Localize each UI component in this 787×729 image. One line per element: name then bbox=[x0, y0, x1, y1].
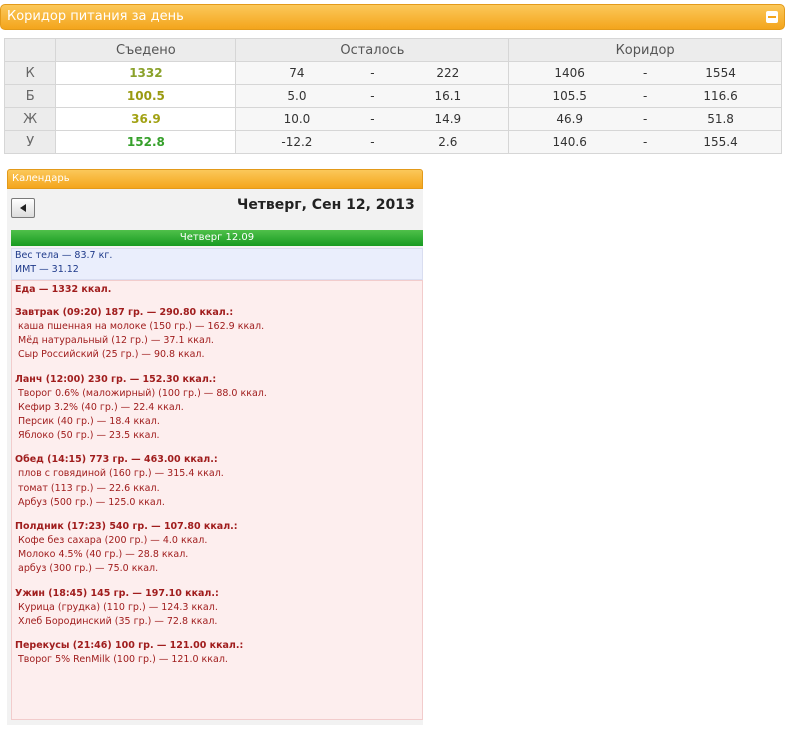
eaten-value: 100.5 bbox=[55, 84, 237, 108]
corner-cell bbox=[3, 38, 57, 62]
remaining-min: 5.0 bbox=[287, 89, 307, 103]
food-total: Еда — 1332 ккал. bbox=[15, 284, 112, 295]
corridor-cell: 1406 - 1554 bbox=[508, 61, 782, 85]
meal-item: Сыр Российский (25 гр.) — 90.8 ккал. bbox=[18, 349, 205, 361]
corridor-min: 1406 bbox=[554, 66, 585, 80]
day-label[interactable]: Четверг 12.09 bbox=[11, 230, 423, 246]
meal-item: Арбуз (500 гр.) — 125.0 ккал. bbox=[18, 496, 165, 508]
remaining-min: 10.0 bbox=[283, 112, 311, 126]
meal-title: Ужин (18:45) 145 гр. — 197.10 ккал.: bbox=[15, 587, 219, 599]
meal-block: Перекусы (21:46) 100 гр. — 121.00 ккал.:… bbox=[15, 639, 419, 667]
remaining-cell: -12.2 - 2.6 bbox=[235, 130, 510, 154]
range-dash: - bbox=[370, 89, 375, 103]
remaining-max: 14.9 bbox=[434, 112, 462, 126]
remaining-min: 74 bbox=[289, 66, 305, 80]
bmi-value: ИМТ — 31.12 bbox=[15, 264, 79, 275]
row-label: У bbox=[3, 130, 57, 154]
meal-item: томат (113 гр.) — 22.6 ккал. bbox=[18, 482, 160, 494]
eaten-value: 36.9 bbox=[55, 107, 237, 131]
meal-block: Ужин (18:45) 145 гр. — 197.10 ккал.: Кур… bbox=[15, 587, 419, 629]
meal-block: Завтрак (09:20) 187 гр. — 290.80 ккал.: … bbox=[15, 306, 419, 363]
remaining-max: 2.6 bbox=[438, 135, 458, 149]
meal-item: Курица (грудка) (110 гр.) — 124.3 ккал. bbox=[18, 601, 218, 613]
meal-title: Полдник (17:23) 540 гр. — 107.80 ккал.: bbox=[15, 521, 238, 533]
remaining-max: 16.1 bbox=[434, 89, 462, 103]
row-label: К bbox=[3, 61, 57, 85]
meal-item: Яблоко (50 гр.) — 23.5 ккал. bbox=[18, 430, 160, 442]
meal-item: плов с говядиной (160 гр.) — 315.4 ккал. bbox=[18, 468, 224, 480]
corridor-max: 1554 bbox=[705, 66, 736, 80]
meal-item: Творог 5% RenMilk (100 гр.) — 121.0 ккал… bbox=[18, 654, 228, 666]
meal-block: Полдник (17:23) 540 гр. — 107.80 ккал.: … bbox=[15, 520, 419, 577]
corridor-cell: 46.9 - 51.8 bbox=[508, 107, 782, 131]
corridor-max: 116.6 bbox=[703, 89, 738, 103]
remaining-max: 222 bbox=[436, 66, 460, 80]
range-dash: - bbox=[642, 112, 648, 126]
eaten-value: 152.8 bbox=[55, 130, 237, 154]
remaining-cell: 5.0 - 16.1 bbox=[235, 84, 510, 108]
corridor-min: 46.9 bbox=[556, 112, 584, 126]
corridor-table: Съедено Осталось Коридор К 1332 74 - 222… bbox=[3, 38, 782, 154]
meal-title: Перекусы (21:46) 100 гр. — 121.00 ккал.: bbox=[15, 640, 244, 652]
meal-block: Обед (14:15) 773 гр. — 463.00 ккал.: пло… bbox=[15, 453, 419, 510]
calendar-body: Четверг, Сен 12, 2013 Четверг 12.09 Вес … bbox=[7, 189, 423, 725]
range-dash: - bbox=[642, 66, 648, 80]
corridor-panel-title: Коридор питания за день bbox=[7, 9, 184, 24]
range-dash: - bbox=[642, 89, 648, 103]
eaten-value: 1332 bbox=[55, 61, 237, 85]
meal-item: Кефир 3.2% (40 гр.) — 22.4 ккал. bbox=[18, 401, 184, 413]
corridor-max: 155.4 bbox=[703, 135, 738, 149]
row-label: Ж bbox=[3, 107, 57, 131]
range-dash: - bbox=[370, 66, 375, 80]
food-log: Еда — 1332 ккал. Завтрак (09:20) 187 гр.… bbox=[11, 280, 423, 720]
table-row: К 1332 74 - 222 1406 - 1554 bbox=[3, 61, 782, 85]
body-weight: Вес тела — 83.7 кг. bbox=[15, 250, 113, 261]
meal-item: каша пшенная на молоке (150 гр.) — 162.9… bbox=[18, 321, 265, 332]
meal-item: арбуз (300 гр.) — 75.0 ккал. bbox=[18, 563, 159, 575]
corridor-min: 105.5 bbox=[552, 89, 587, 103]
header-corridor: Коридор bbox=[508, 38, 782, 62]
meal-item: Кофе без сахара (200 гр.) — 4.0 ккал. bbox=[18, 535, 208, 547]
corridor-panel-header: Коридор питания за день bbox=[0, 4, 785, 30]
range-dash: - bbox=[370, 112, 375, 126]
corridor-max: 51.8 bbox=[707, 112, 734, 126]
corridor-cell: 105.5 - 116.6 bbox=[508, 84, 782, 108]
row-label: Б bbox=[3, 84, 57, 108]
vitals-box: Вес тела — 83.7 кг. ИМТ — 31.12 bbox=[11, 248, 423, 280]
meal-title: Ланч (12:00) 230 гр. — 152.30 ккал.: bbox=[15, 373, 217, 385]
meal-item: Персик (40 гр.) — 18.4 ккал. bbox=[18, 416, 160, 428]
header-remaining: Осталось bbox=[235, 38, 510, 62]
meal-item: Творог 0.6% (маложирный) (100 гр.) — 88.… bbox=[18, 387, 267, 399]
remaining-min: -12.2 bbox=[281, 135, 313, 149]
range-dash: - bbox=[370, 135, 375, 149]
calendar-panel-header: Календарь bbox=[7, 169, 423, 189]
calendar-panel-title: Календарь bbox=[12, 173, 70, 184]
header-eaten: Съедено bbox=[55, 38, 237, 62]
prev-day-button[interactable] bbox=[11, 198, 35, 218]
range-dash: - bbox=[642, 135, 648, 149]
meal-block: Ланч (12:00) 230 гр. — 152.30 ккал.: Тво… bbox=[15, 373, 419, 444]
meal-title: Завтрак (09:20) 187 гр. — 290.80 ккал.: bbox=[15, 307, 234, 318]
remaining-cell: 10.0 - 14.9 bbox=[235, 107, 510, 131]
remaining-cell: 74 - 222 bbox=[235, 61, 510, 85]
meal-title: Обед (14:15) 773 гр. — 463.00 ккал.: bbox=[15, 454, 218, 466]
meal-item: Мёд натуральный (12 гр.) — 37.1 ккал. bbox=[18, 335, 214, 347]
table-row: У 152.8 -12.2 - 2.6 140.6 - 155.4 bbox=[3, 130, 782, 154]
corridor-cell: 140.6 - 155.4 bbox=[508, 130, 782, 154]
date-title: Четверг, Сен 12, 2013 bbox=[237, 197, 415, 213]
table-row: Ж 36.9 10.0 - 14.9 46.9 - 51.8 bbox=[3, 107, 782, 131]
table-row: Б 100.5 5.0 - 16.1 105.5 - 116.6 bbox=[3, 84, 782, 108]
meal-item: Хлеб Бородинский (35 гр.) — 72.8 ккал. bbox=[18, 615, 218, 627]
meal-item: Молоко 4.5% (40 гр.) — 28.8 ккал. bbox=[18, 549, 189, 561]
corridor-min: 140.6 bbox=[552, 135, 587, 149]
corridor-header-row: Съедено Осталось Коридор bbox=[3, 38, 782, 62]
collapse-icon[interactable] bbox=[766, 11, 778, 23]
